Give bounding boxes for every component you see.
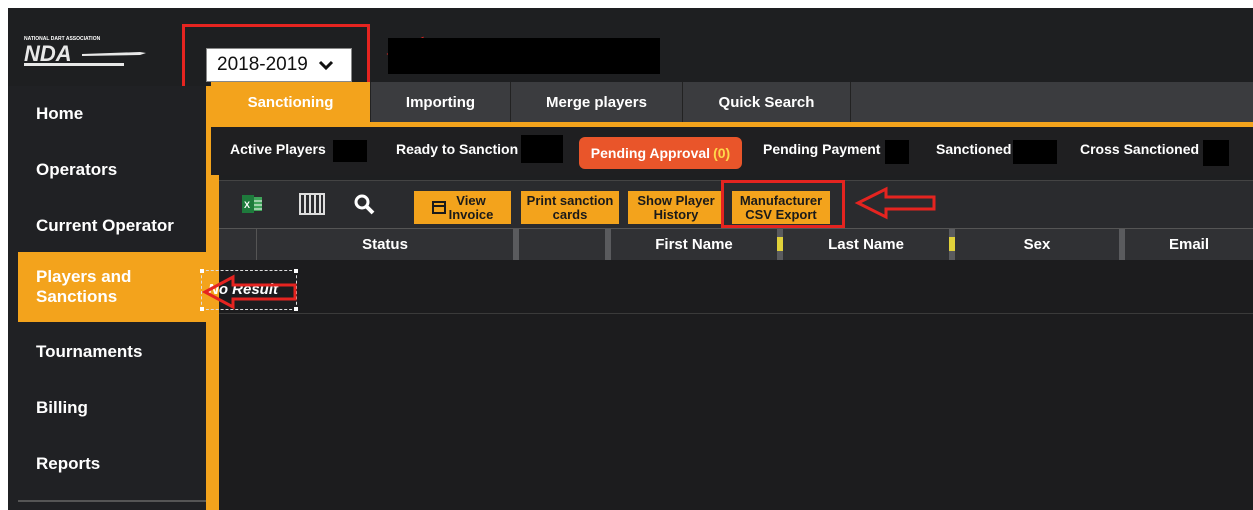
grid-body-left-strip	[211, 175, 219, 510]
redacted-count	[521, 135, 563, 163]
column-last-name[interactable]: Last Name	[783, 229, 955, 260]
annotation-arrow-no-result	[201, 274, 301, 310]
filter-cross-sanctioned[interactable]: Cross Sanctioned	[1080, 141, 1199, 157]
app-window: NATIONAL DART ASSOCIATION NDA 2018-2019 …	[8, 8, 1253, 510]
status-filter-bar: Active Players Ready to Sanction Pending…	[211, 127, 1253, 175]
sidebar-item-tournaments[interactable]: Tournaments	[18, 324, 206, 380]
annotation-box-csv-export	[721, 180, 845, 228]
column-sex[interactable]: Sex	[955, 229, 1125, 260]
tab-quick-search[interactable]: Quick Search	[683, 82, 851, 122]
sidebar-item-operators[interactable]: Operators	[18, 142, 206, 198]
column-first-name[interactable]: First Name	[611, 229, 783, 260]
selection-handle	[294, 269, 298, 273]
column-status[interactable]: Status	[257, 229, 519, 260]
nda-logo: NATIONAL DART ASSOCIATION NDA	[22, 34, 148, 68]
redacted-count	[333, 140, 367, 162]
tab-bar: Sanctioning Importing Merge players Quic…	[211, 82, 1253, 122]
grid-header: Status First Name Last Name Sex Email	[219, 228, 1253, 261]
filter-ready-to-sanction[interactable]: Ready to Sanction	[396, 141, 518, 157]
invoice-icon	[431, 201, 446, 214]
svg-text:X: X	[244, 200, 250, 210]
redacted-block	[388, 38, 660, 74]
view-invoice-button[interactable]: View Invoice	[414, 191, 511, 224]
svg-text:NDA: NDA	[24, 41, 72, 66]
tab-merge-players[interactable]: Merge players	[511, 82, 683, 122]
excel-icon[interactable]: X	[242, 193, 262, 215]
sidebar-item-home[interactable]: Home	[18, 86, 206, 142]
row-divider	[219, 313, 1253, 314]
column-blank[interactable]	[519, 229, 611, 260]
print-sanction-cards-button[interactable]: Print sanction cards	[521, 191, 619, 224]
grid-body	[219, 260, 1253, 510]
annotation-arrow-csv-export	[854, 186, 938, 220]
show-player-history-button[interactable]: Show Player History	[628, 191, 724, 224]
sidebar-item-reports[interactable]: Reports	[18, 436, 206, 492]
pending-approval-count: (0)	[713, 145, 731, 161]
filter-sanctioned[interactable]: Sanctioned	[936, 141, 1011, 157]
redacted-count	[1013, 140, 1057, 164]
filter-pending-approval[interactable]: Pending Approval (0)	[579, 137, 742, 169]
tab-sanctioning[interactable]: Sanctioning	[211, 82, 371, 122]
redacted-count	[885, 140, 909, 164]
tab-importing[interactable]: Importing	[371, 82, 511, 122]
columns-icon[interactable]	[299, 193, 325, 215]
redacted-count	[1203, 140, 1229, 166]
column-selector	[219, 229, 257, 260]
sidebar: Home Operators Current Operator Players …	[8, 86, 206, 510]
column-email[interactable]: Email	[1125, 229, 1253, 260]
filter-active-players[interactable]: Active Players	[230, 141, 326, 157]
sidebar-item-billing[interactable]: Billing	[18, 380, 206, 436]
sidebar-divider	[18, 500, 206, 502]
sidebar-item-current-operator[interactable]: Current Operator	[18, 198, 206, 254]
sidebar-item-players-and-sanctions[interactable]: Players and Sanctions	[18, 252, 206, 322]
selection-handle	[200, 269, 204, 273]
annotation-box-season	[182, 24, 370, 90]
filter-pending-payment[interactable]: Pending Payment	[763, 141, 880, 157]
search-icon[interactable]	[353, 193, 375, 215]
